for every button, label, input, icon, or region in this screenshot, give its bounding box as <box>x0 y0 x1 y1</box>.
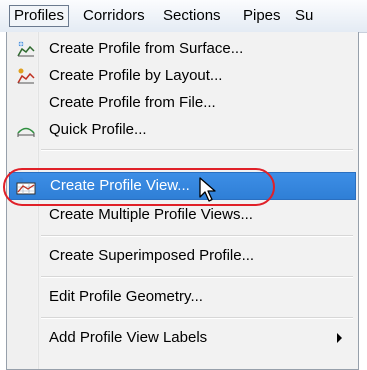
menu-profiles[interactable]: Profiles <box>9 5 70 27</box>
mouse-pointer-icon <box>199 177 216 202</box>
menu-separator <box>41 149 353 151</box>
menu-item-edit-profile-geometry[interactable]: Edit Profile Geometry... <box>9 284 356 310</box>
menu-item-create-profile-from-surface[interactable]: Create Profile from Surface... <box>9 36 356 62</box>
menu-item-label: Create Superimposed Profile... <box>49 247 255 264</box>
menu-item-label: Add Profile View Labels <box>49 329 208 346</box>
quick-profile-icon <box>17 127 35 137</box>
menu-separator <box>41 276 353 278</box>
menu-partial-next[interactable]: Su <box>290 5 318 27</box>
submenu-arrow-icon <box>337 333 342 343</box>
menu-sections[interactable]: Sections <box>158 5 226 27</box>
menu-item-create-profile-from-file[interactable]: Create Profile from File... <box>9 90 356 116</box>
menu-bar: Profiles Corridors Sections Pipes Su <box>0 0 367 33</box>
menu-item-create-profile-by-layout[interactable]: Create Profile by Layout... <box>9 63 356 89</box>
menu-corridors[interactable]: Corridors <box>78 5 150 27</box>
menu-separator <box>41 235 353 237</box>
profile-from-surface-icon <box>17 41 35 57</box>
menu-item-label: Quick Profile... <box>49 121 147 138</box>
menu-item-add-profile-view-labels[interactable]: Add Profile View Labels <box>9 325 356 351</box>
menu-item-create-superimposed-profile[interactable]: Create Superimposed Profile... <box>9 243 356 269</box>
menu-item-quick-profile[interactable]: Quick Profile... <box>9 117 356 143</box>
menu-item-label: Edit Profile Geometry... <box>49 288 203 305</box>
menu-item-label: Create Profile by Layout... <box>49 67 223 84</box>
annotation-ring <box>3 168 275 206</box>
menu-separator <box>41 317 353 319</box>
menu-item-label: Create Profile from File... <box>49 94 216 111</box>
menu-pipes[interactable]: Pipes <box>238 5 286 27</box>
profile-by-layout-icon <box>17 68 35 84</box>
menu-item-label: Create Profile from Surface... <box>49 40 244 57</box>
